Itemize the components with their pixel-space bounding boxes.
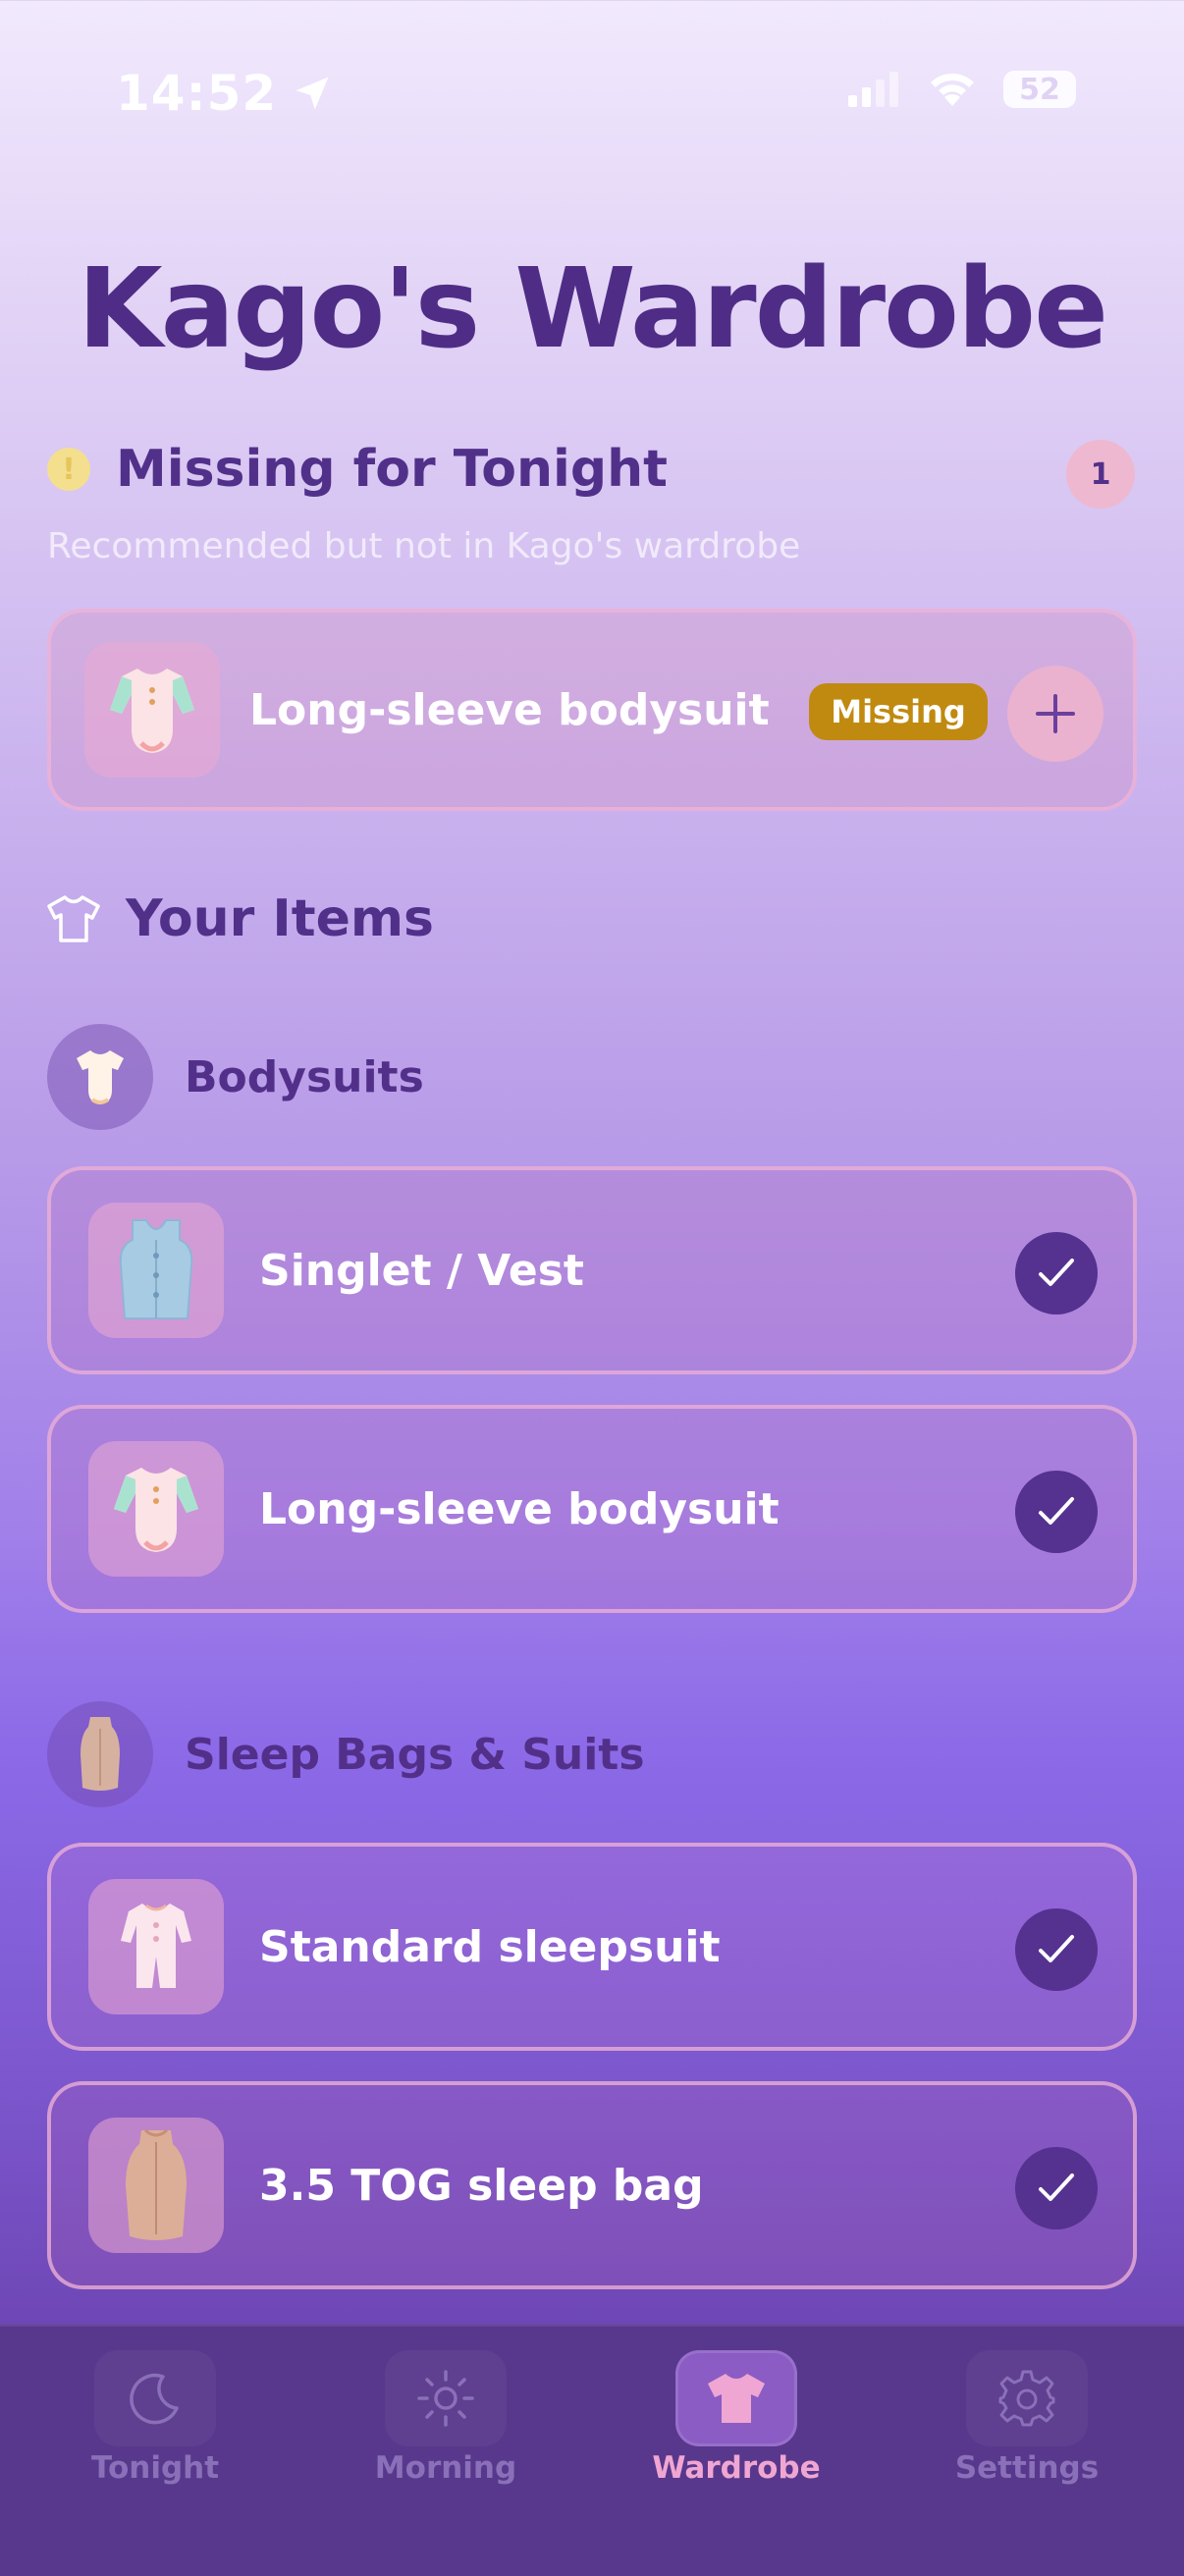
item-label: Singlet / Vest (259, 1245, 584, 1296)
tab-label: Wardrobe (652, 2450, 821, 2486)
category-header-sleep-bags: Sleep Bags & Suits (47, 1701, 645, 1807)
tab-label: Tonight (90, 2450, 220, 2486)
battery-indicator: 52 (1003, 71, 1076, 108)
missing-section-title: Missing for Tonight (116, 440, 668, 499)
wifi-icon (931, 73, 974, 106)
category-header-bodysuits: Bodysuits (47, 1024, 424, 1130)
checkmark-icon (1039, 1259, 1074, 1286)
missing-item-card: Long-sleeve bodysuit Missing (47, 609, 1137, 811)
status-time: 14:52 (116, 65, 334, 122)
item-label: 3.5 TOG sleep bag (259, 2160, 704, 2211)
long-sleeve-bodysuit-icon (84, 642, 220, 778)
page-title: Kago's Wardrobe (77, 245, 1108, 373)
missing-section-header: ! Missing for Tonight (47, 440, 668, 499)
item-label: Standard sleepsuit (259, 1921, 721, 1972)
missing-item-label: Long-sleeve bodysuit (249, 684, 770, 735)
owned-check-button[interactable] (1015, 2147, 1098, 2229)
owned-check-button[interactable] (1015, 1471, 1098, 1553)
tab-bar: Tonight Morning Wardrobe Settings (0, 2325, 1184, 2576)
checkmark-icon (1039, 2174, 1074, 2201)
sleep-bag-icon (88, 2118, 224, 2253)
category-label-sleep-bags: Sleep Bags & Suits (185, 1729, 645, 1780)
clock-text: 14:52 (116, 65, 278, 122)
status-indicators: 52 (848, 71, 1076, 108)
bodysuit-icon (47, 1024, 153, 1130)
gear-icon (998, 2370, 1055, 2427)
moon-icon (130, 2373, 179, 2425)
tshirt-icon (708, 2374, 765, 2423)
sleepsuit-icon (88, 1879, 224, 2014)
vest-icon (88, 1203, 224, 1338)
tab-wardrobe[interactable]: Wardrobe (628, 2350, 844, 2486)
missing-count-badge: 1 (1066, 440, 1135, 509)
checkmark-icon (1039, 1935, 1074, 1962)
item-card-long-sleeve-bodysuit[interactable]: Long-sleeve bodysuit (47, 1405, 1137, 1613)
tab-label: Settings (954, 2450, 1100, 2486)
plus-icon (1036, 694, 1075, 733)
tab-label: Morning (374, 2450, 517, 2486)
category-label-bodysuits: Bodysuits (185, 1051, 424, 1102)
missing-section-subtitle: Recommended but not in Kago's wardrobe (47, 526, 801, 566)
item-card-singlet-vest[interactable]: Singlet / Vest (47, 1166, 1137, 1374)
tshirt-outline-icon (47, 895, 100, 942)
warning-icon: ! (47, 448, 90, 491)
cellular-signal-icon (848, 72, 898, 107)
owned-check-button[interactable] (1015, 1232, 1098, 1315)
location-arrow-icon (296, 77, 329, 110)
tab-morning[interactable]: Morning (338, 2350, 554, 2486)
item-card-standard-sleepsuit[interactable]: Standard sleepsuit (47, 1843, 1137, 2051)
tab-tonight[interactable]: Tonight (47, 2350, 263, 2486)
item-card-sleep-bag[interactable]: 3.5 TOG sleep bag (47, 2081, 1137, 2289)
add-item-button[interactable] (1007, 666, 1103, 762)
checkmark-icon (1039, 1497, 1074, 1525)
item-label: Long-sleeve bodysuit (259, 1483, 780, 1534)
missing-badge: Missing (809, 683, 988, 740)
your-items-header: Your Items (47, 889, 434, 948)
your-items-title: Your Items (126, 889, 434, 948)
sleep-bag-icon (47, 1701, 153, 1807)
tab-settings[interactable]: Settings (919, 2350, 1135, 2486)
owned-check-button[interactable] (1015, 1908, 1098, 1991)
long-sleeve-bodysuit-icon (88, 1441, 224, 1577)
sun-icon (417, 2370, 474, 2427)
